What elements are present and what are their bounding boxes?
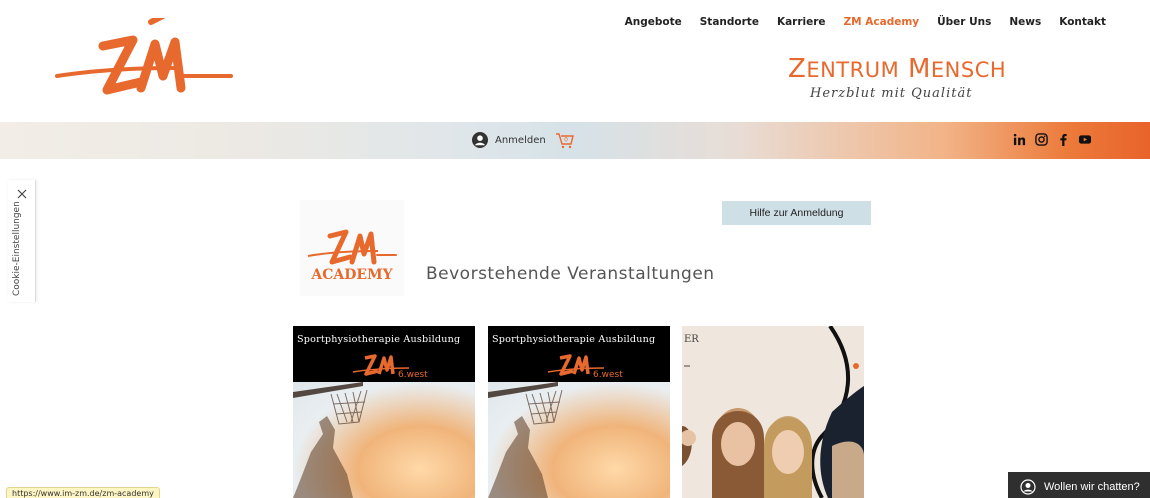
youtube-icon[interactable]	[1078, 132, 1092, 146]
card-logo: 6.west	[352, 354, 428, 380]
close-icon[interactable]	[16, 188, 28, 200]
nav-item-standorte[interactable]: Standorte	[700, 16, 759, 28]
basketball-photo	[293, 382, 475, 498]
events-title: Bevorstehende Veranstaltungen	[426, 264, 715, 284]
card-title: Sportphysiotherapie Ausbildung	[297, 334, 461, 345]
brand-name: ZENTRUM MENSCH	[788, 54, 1007, 84]
zm-logo[interactable]	[55, 18, 235, 113]
academy-logo-text: ACADEMY	[310, 267, 393, 283]
login-label: Anmelden	[495, 134, 546, 146]
nav-item-karriere[interactable]: Karriere	[777, 16, 826, 28]
svg-text:ER: ER	[684, 334, 699, 345]
card-logo-sub: 6.west	[398, 370, 428, 380]
chat-avatar-icon	[1020, 479, 1036, 495]
account-social-bar: Anmelden 0	[0, 122, 1150, 159]
chat-button[interactable]: Wollen wir chatten?	[1008, 472, 1150, 498]
card-header: Sportphysiotherapie Ausbildung 6.west	[293, 326, 475, 382]
facebook-icon[interactable]	[1056, 132, 1070, 146]
event-card[interactable]: Sportphysiotherapie Ausbildung 6.west	[293, 326, 475, 498]
cart-count: 0	[564, 137, 568, 144]
basketball-photo	[488, 382, 670, 498]
social-links	[1012, 132, 1092, 146]
user-avatar-icon	[472, 132, 488, 148]
linkedin-icon[interactable]	[1012, 132, 1026, 146]
nav-item-angebote[interactable]: Angebote	[625, 16, 682, 28]
login-button[interactable]: Anmelden 0	[472, 131, 575, 149]
zm-academy-logo: ACADEMY	[300, 200, 404, 296]
cookie-settings-label[interactable]: Cookie-Einstellungen	[12, 201, 22, 296]
event-card[interactable]: Sportphysiotherapie Ausbildung 6.west	[488, 326, 670, 498]
main-nav: Angebote Standorte Karriere ZM Academy Ü…	[625, 16, 1106, 28]
registration-help-button[interactable]: Hilfe zur Anmeldung	[722, 201, 871, 225]
status-url-tooltip: https://www.im-zm.de/zm-academy	[6, 487, 160, 498]
card-title: Sportphysiotherapie Ausbildung	[492, 334, 656, 345]
card-logo-sub: 6.west	[593, 370, 623, 380]
page: Angebote Standorte Karriere ZM Academy Ü…	[0, 0, 1150, 498]
brand-tagline: Herzblut mit Qualität	[810, 86, 973, 101]
cart-icon[interactable]: 0	[555, 131, 575, 149]
cookie-settings-tab[interactable]: Cookie-Einstellungen	[8, 180, 36, 302]
card-logo: 6.west	[547, 354, 623, 380]
nav-item-zm-academy[interactable]: ZM Academy	[844, 16, 920, 28]
nav-item-kontakt[interactable]: Kontakt	[1059, 16, 1106, 28]
team-photo: ER	[682, 326, 864, 498]
nav-item-ueber-uns[interactable]: Über Uns	[937, 16, 991, 28]
nav-item-news[interactable]: News	[1009, 16, 1041, 28]
chat-label: Wollen wir chatten?	[1044, 481, 1140, 493]
brand-block: ZENTRUM MENSCH Herzblut mit Qualität	[788, 54, 1038, 101]
instagram-icon[interactable]	[1034, 132, 1048, 146]
event-card[interactable]: ER	[682, 326, 864, 498]
card-header: Sportphysiotherapie Ausbildung 6.west	[488, 326, 670, 382]
